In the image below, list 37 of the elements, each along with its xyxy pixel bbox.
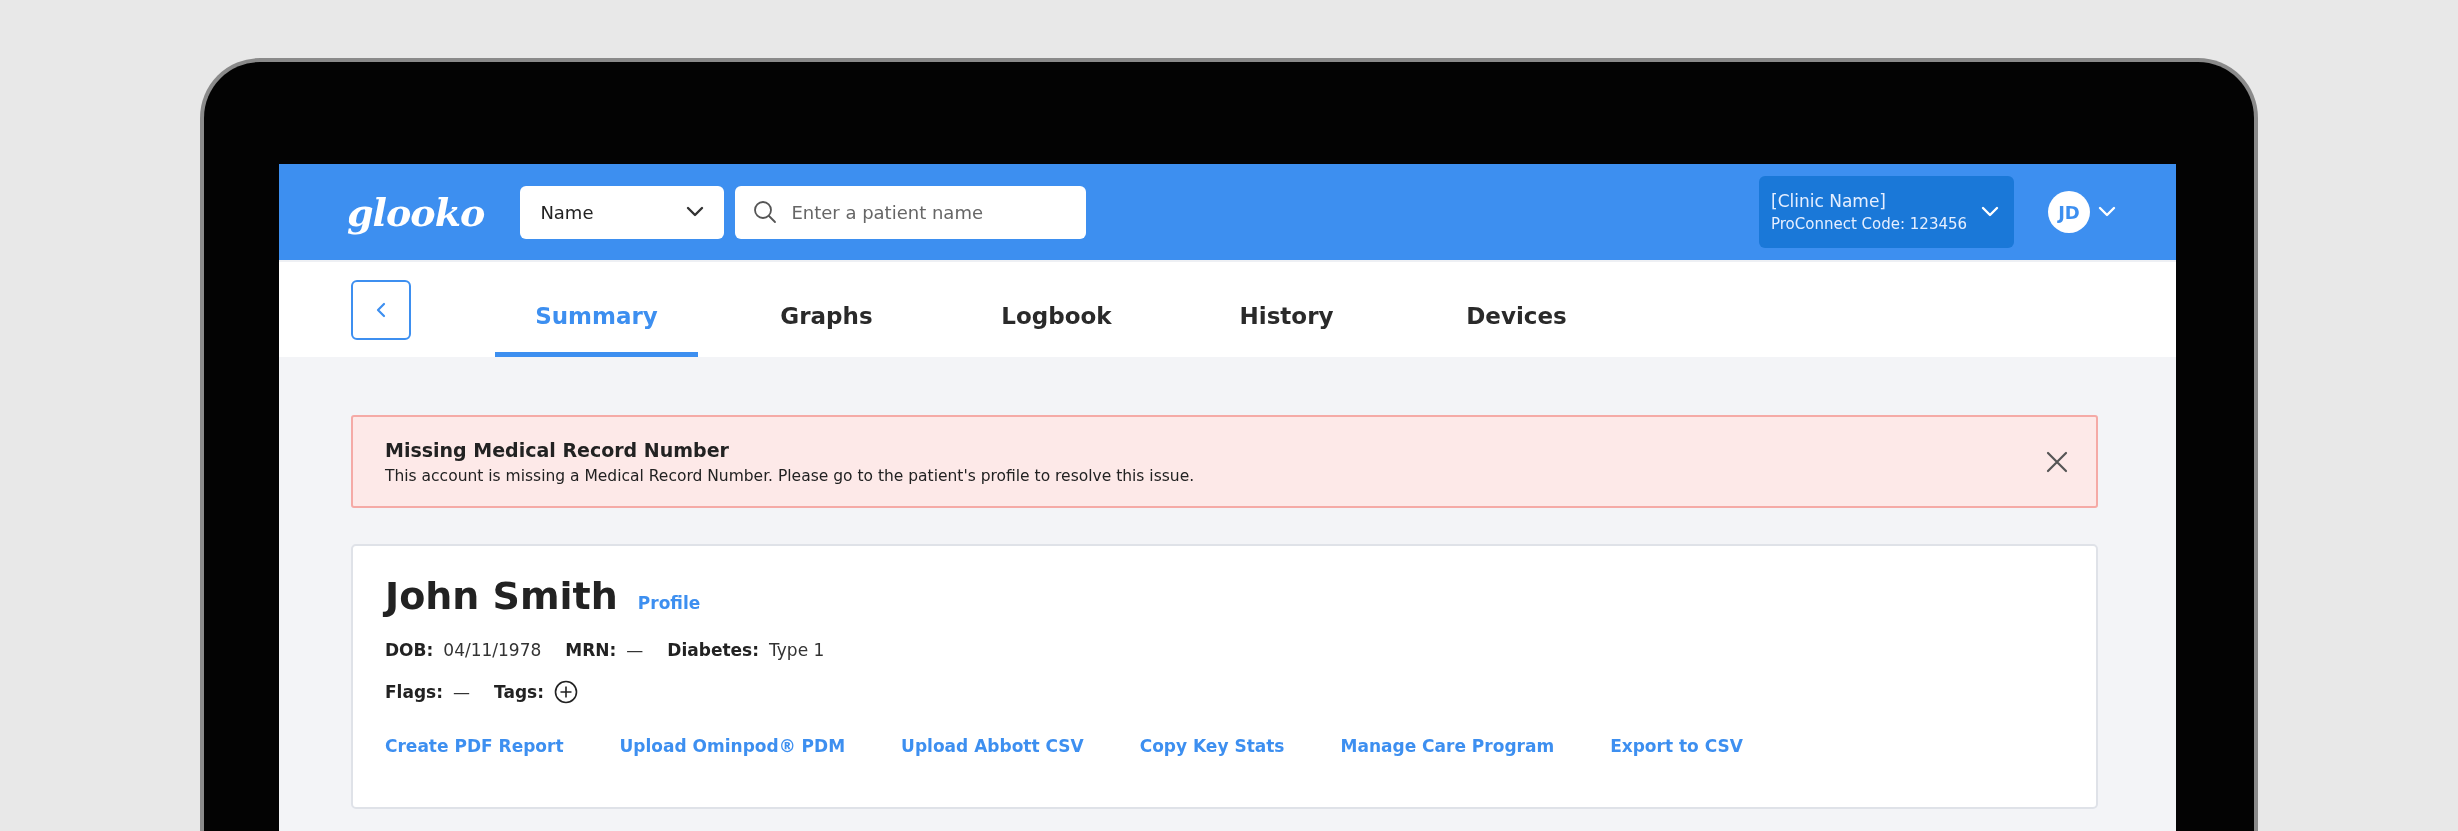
detail-value: Type 1	[769, 640, 825, 660]
logo: glooko	[347, 189, 485, 235]
alert-message: This account is missing a Medical Record Number. Please go to the patient's profile to resolve this issue.	[385, 466, 1196, 485]
action-link[interactable]: Create PDF Report	[385, 736, 564, 756]
user-avatar[interactable]: JD	[2048, 191, 2090, 233]
chevron-left-icon	[375, 300, 387, 319]
detail-value: —	[453, 682, 470, 702]
detail-value: —	[626, 640, 644, 660]
search-field[interactable]: Enter a patient name	[735, 185, 1087, 239]
action-link[interactable]: Copy Key Stats	[1139, 736, 1285, 756]
profile-link[interactable]: Profile	[637, 593, 701, 613]
patient-name: John Smith	[385, 574, 618, 618]
action-link[interactable]: Upload Abbott CSV	[901, 736, 1084, 756]
chevron-down-icon	[1981, 206, 2000, 218]
back-button[interactable]	[351, 279, 411, 340]
action-link[interactable]: Export to CSV	[1610, 736, 1743, 756]
search-icon	[753, 199, 778, 224]
tab[interactable]: Logbook	[955, 262, 1158, 357]
detail-label: MRN:	[565, 640, 617, 660]
clinic-selector[interactable]: [Clinic Name] ProConnect Code: 123456	[1759, 176, 2014, 248]
tab[interactable]: Devices	[1415, 262, 1618, 357]
action-link[interactable]: Manage Care Program	[1340, 736, 1555, 756]
detail-label: Tags:	[494, 682, 544, 702]
add-icon[interactable]	[553, 680, 578, 704]
action-link[interactable]: Upload Ominpod® PDM	[619, 736, 846, 756]
tab[interactable]: Summary	[495, 262, 698, 357]
detail-label: Diabetes:	[667, 640, 760, 660]
search-type-dropdown[interactable]: Name	[520, 185, 725, 239]
tab[interactable]: History	[1185, 262, 1388, 357]
detail-value: 04/11/1978	[443, 640, 542, 660]
close-button[interactable]	[2046, 450, 2068, 473]
alert-title: Missing Medical Record Number	[385, 438, 730, 461]
tab[interactable]: Graphs	[725, 262, 928, 357]
chevron-down-icon	[686, 206, 705, 218]
chevron-down-icon	[2098, 206, 2116, 218]
detail-label: Flags:	[385, 682, 443, 702]
detail-label: DOB:	[385, 640, 434, 660]
